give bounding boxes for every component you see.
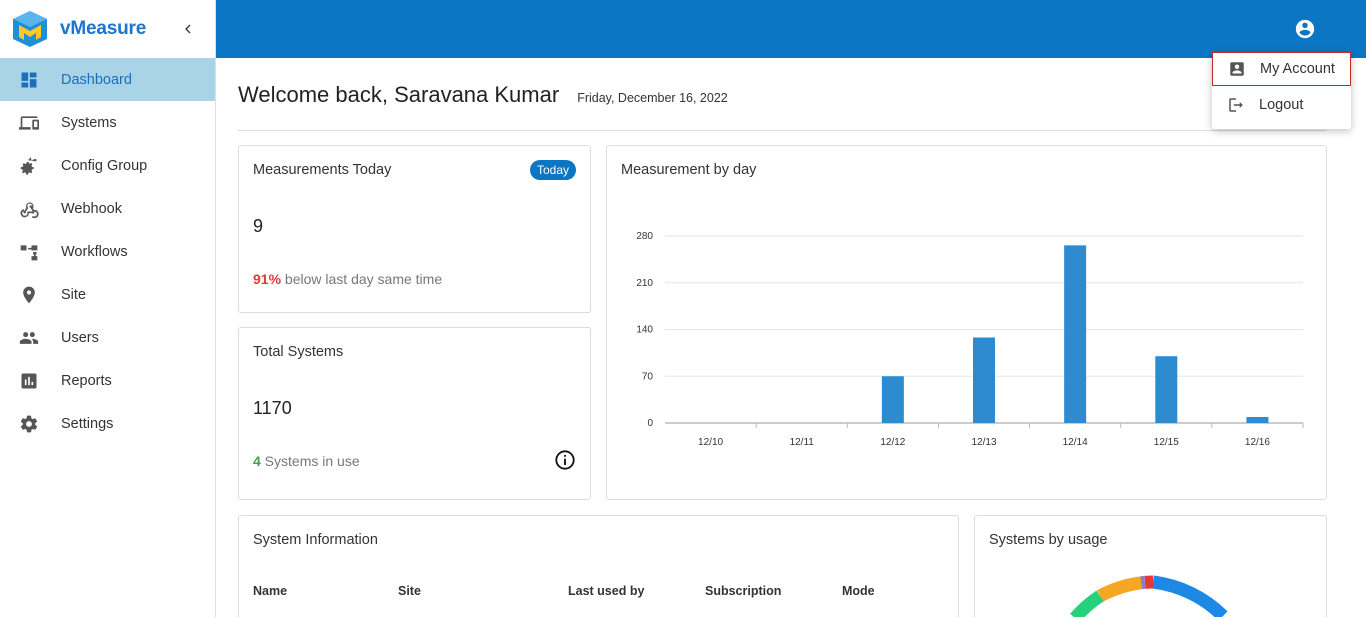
- info-icon[interactable]: [554, 449, 576, 471]
- change-text: below last day same time: [281, 271, 443, 287]
- chevron-left-icon[interactable]: [179, 20, 197, 38]
- logout-icon: [1229, 98, 1243, 112]
- gear-icon: [18, 413, 40, 435]
- today-badge: Today: [529, 160, 576, 180]
- sidebar-item-dashboard[interactable]: Dashboard: [0, 58, 215, 101]
- in-use-text: Systems in use: [260, 453, 360, 469]
- usage-donut-chart: [1070, 575, 1228, 617]
- bar: [1246, 416, 1269, 423]
- account-box-icon: [1230, 62, 1244, 76]
- y-tick-label: 70: [642, 371, 654, 382]
- total-systems-card: Total Systems 1170 4 Systems in use: [238, 327, 591, 500]
- column-header-subscription[interactable]: Subscription: [705, 584, 781, 598]
- users-icon: [18, 327, 40, 349]
- current-date: Friday, December 16, 2022: [577, 91, 728, 105]
- account-menu: My Account Logout: [1212, 52, 1351, 129]
- reports-icon: [18, 370, 40, 392]
- in-use-count: 4: [253, 453, 261, 469]
- x-tick-label: 12/15: [1154, 437, 1179, 448]
- donut-segment-green: [1070, 590, 1104, 617]
- x-tick-label: 12/13: [971, 437, 996, 448]
- column-header-last-used-by[interactable]: Last used by: [568, 584, 644, 598]
- system-information-card: System Information Name Site Last used b…: [238, 515, 959, 617]
- total-systems-value: 1170: [253, 398, 292, 418]
- brand-name: vMeasure: [60, 18, 147, 39]
- card-title: Total Systems: [253, 344, 344, 360]
- sidebar-item-systems[interactable]: Systems: [0, 101, 215, 144]
- page-title: Welcome back, Saravana Kumar: [238, 82, 560, 107]
- x-tick-label: 12/12: [880, 437, 905, 448]
- x-tick-label: 12/14: [1063, 437, 1088, 448]
- sidebar-item-label: Webhook: [61, 200, 122, 217]
- x-tick-label: 12/10: [698, 437, 723, 448]
- dashboard-icon: [18, 69, 40, 91]
- y-tick-label: 280: [636, 231, 653, 242]
- sidebar-item-label: Settings: [61, 415, 114, 432]
- sidebar-item-label: Site: [61, 286, 86, 303]
- sidebar-item-users[interactable]: Users: [0, 316, 215, 359]
- sidebar-item-label: Dashboard: [61, 71, 132, 88]
- workflow-icon: [18, 241, 40, 263]
- menu-item-label: Logout: [1259, 97, 1304, 113]
- y-tick-label: 210: [636, 278, 653, 289]
- y-tick-label: 0: [647, 418, 653, 429]
- bar: [1064, 245, 1087, 423]
- sidebar-item-site[interactable]: Site: [0, 273, 215, 316]
- config-gears-icon: [18, 155, 40, 177]
- donut-segment-blue: [1152, 575, 1228, 617]
- sidebar-item-config-group[interactable]: Config Group: [0, 144, 215, 187]
- welcome-header: Welcome back, Saravana Kumar Friday, Dec…: [238, 82, 728, 108]
- change-percent: 91%: [253, 271, 282, 287]
- bar: [881, 376, 904, 423]
- sidebar: vMeasure Dashboard Systems Config Group …: [0, 0, 216, 617]
- devices-icon: [18, 112, 40, 134]
- x-tick-label: 12/16: [1245, 437, 1270, 448]
- vmeasure-logo-icon: [13, 11, 47, 47]
- sidebar-item-label: Reports: [61, 372, 112, 389]
- card-title: Measurements Today: [253, 162, 392, 178]
- account-circle-icon[interactable]: [1294, 18, 1316, 40]
- card-title: System Information: [253, 532, 378, 548]
- measurements-today-card: Measurements Today Today 9 91% below las…: [238, 145, 591, 313]
- column-header-site[interactable]: Site: [398, 584, 421, 598]
- menu-item-logout[interactable]: Logout: [1212, 88, 1351, 122]
- column-header-name[interactable]: Name: [253, 584, 287, 598]
- bar: [973, 337, 995, 423]
- sidebar-item-label: Config Group: [61, 157, 148, 174]
- brand: vMeasure: [0, 0, 215, 58]
- sidebar-item-label: Users: [61, 329, 99, 346]
- column-header-mode[interactable]: Mode: [842, 584, 875, 598]
- sidebar-item-label: Workflows: [61, 243, 128, 260]
- systems-by-usage-card: Systems by usage: [974, 515, 1327, 617]
- location-pin-icon: [18, 284, 40, 306]
- sidebar-item-webhook[interactable]: Webhook: [0, 187, 215, 230]
- menu-item-my-account[interactable]: My Account: [1212, 52, 1351, 86]
- measurement-by-day-card: Measurement by day 0 70 140 210 280 12/10 12/1…: [606, 145, 1327, 500]
- donut-segment-purple: [1140, 575, 1146, 590]
- measurement-bar-chart: 0 70 140 210 280 12/10 12/11 12/12 12/13 12/14 12/…: [636, 231, 1304, 448]
- measurements-today-value: 9: [253, 216, 264, 236]
- sidebar-item-workflows[interactable]: Workflows: [0, 230, 215, 273]
- sidebar-item-label: Systems: [61, 114, 117, 131]
- measurements-change: 91% below last day same time: [253, 271, 442, 287]
- sidebar-item-settings[interactable]: Settings: [0, 402, 215, 445]
- sidebar-nav: Dashboard Systems Config Group Webhook W…: [0, 58, 215, 445]
- sidebar-item-reports[interactable]: Reports: [0, 359, 215, 402]
- dashboard-main: Welcome back, Saravana Kumar Friday, Dec…: [238, 58, 1328, 617]
- bar: [1155, 356, 1178, 423]
- header-divider: [238, 130, 1326, 131]
- x-tick-label: 12/11: [790, 437, 815, 448]
- top-app-bar: [216, 0, 1366, 58]
- y-tick-label: 140: [636, 325, 653, 336]
- donut-segment-orange: [1096, 576, 1143, 602]
- webhook-icon: [18, 198, 40, 220]
- systems-in-use: 4 Systems in use: [253, 453, 360, 469]
- menu-item-label: My Account: [1260, 61, 1335, 77]
